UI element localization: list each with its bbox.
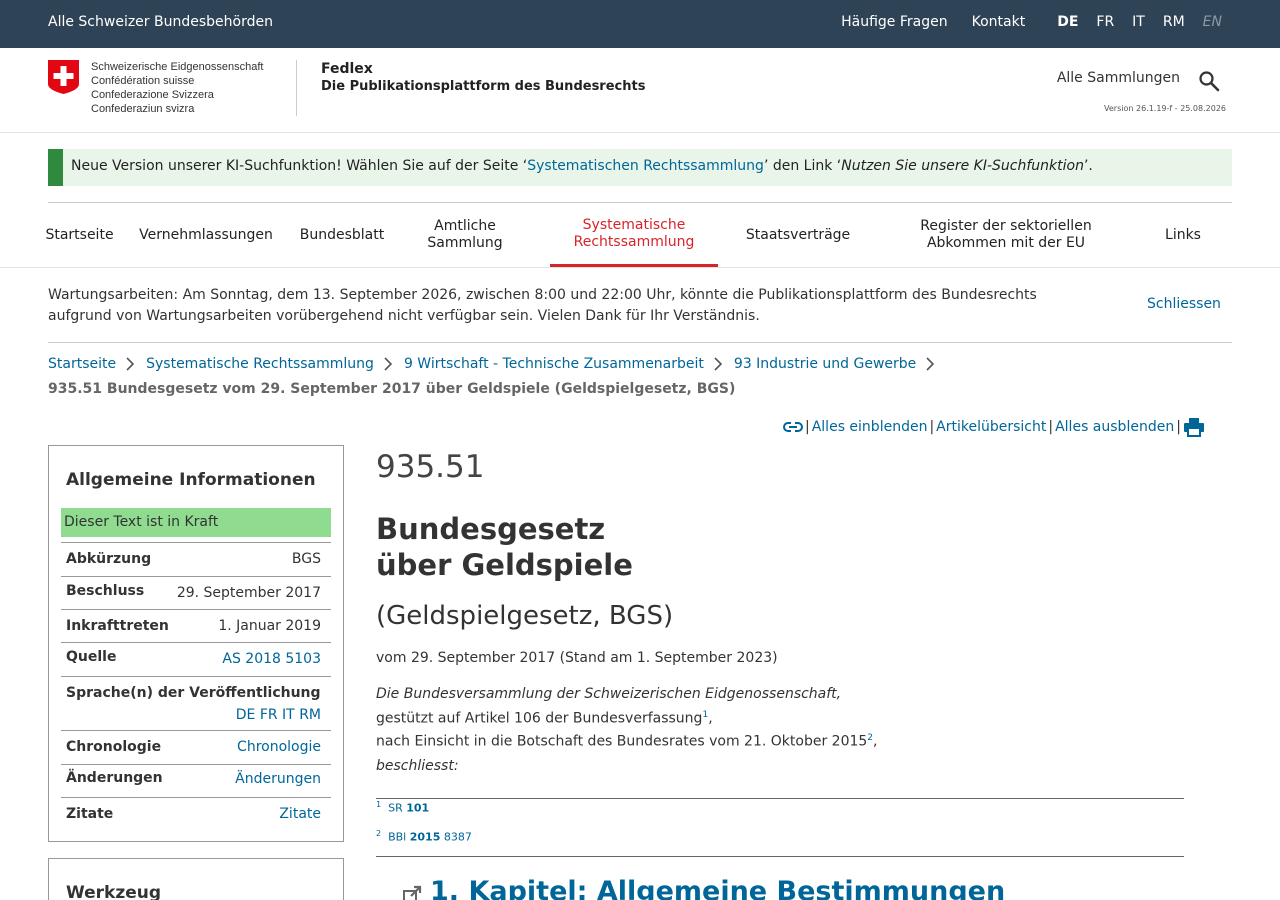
info-row-entry-into-force: Inkrafttreten 1. Januar 2019 [61,609,331,642]
chronology-link[interactable]: Chronologie [237,739,321,755]
general-info-panel: Allgemeine Informationen Dieser Text ist… [48,445,344,842]
document-date: vom 29. September 2017 (Stand am 1. Sept… [376,650,778,666]
hide-all-link[interactable]: Alles ausblenden [1055,419,1174,435]
footnote-bottom-divider [376,856,1184,857]
preamble: Die Bundesversammlung der Schweizerische… [376,686,878,775]
info-row-abbreviation: Abkürzung BGS [61,542,331,576]
info-row-citations: Zitate Zitate [61,797,331,831]
chevron-right-icon [126,357,135,371]
site-header: Schweizerische Eidgenossenschaft Confédé… [0,48,1280,133]
nav-staatsvertraege[interactable]: Staatsverträge [746,203,850,267]
external-link-icon[interactable] [402,885,422,900]
article-overview-link[interactable]: Artikelübersicht [936,419,1046,435]
swiss-flag-icon[interactable] [48,60,79,94]
ki-search-banner: Neue Version unserer KI-Suchfunktion! Wä… [48,149,1232,186]
nav-startseite[interactable]: Startseite [45,203,113,267]
nav-bottom-divider [0,267,1280,268]
breadcrumb-current: 935.51 Bundesgesetz vom 29. September 20… [48,381,736,397]
faq-link[interactable]: Häufige Fragen [841,14,948,30]
changes-link[interactable]: Änderungen [235,771,321,787]
version-label: Version 26.1.19-f - 25.08.2026 [1104,104,1226,113]
banner-sr-link[interactable]: Systematischen Rechtssammlung [527,158,764,174]
chevron-right-icon [714,357,722,371]
lang-rm[interactable]: RM [1163,14,1185,30]
all-collections-link[interactable]: Alle Sammlungen [1057,70,1180,86]
nav-links[interactable]: Links [1162,203,1204,267]
footnote-ref[interactable]: 1 [702,710,708,720]
breadcrumb: Startseite Systematische Rechtssammlung … [48,356,946,372]
source-link[interactable]: AS 2018 5103 [222,651,321,667]
main-navigation: Startseite Vernehmlassungen Bundesblatt … [45,203,1232,267]
info-row-changes: Änderungen Änderungen [61,764,331,797]
all-authorities-link[interactable]: Alle Schweizer Bundesbehörden [48,14,273,30]
tools-panel-title: Werkzeug [66,883,162,900]
nav-systematische-rechtssammlung[interactable]: Systematische Rechtssammlung [550,203,718,267]
footnote-divider [376,798,1184,799]
document-title: Bundesgesetz über Geldspiele [376,512,633,582]
search-icon[interactable] [1198,70,1220,92]
document-toolbar: | Alles einblenden | Artikelübersicht | … [783,417,1205,437]
lang-de[interactable]: DE [1057,14,1078,30]
maintenance-divider [48,342,1232,343]
maintenance-notice: Wartungsarbeiten: Am Sonntag, dem 13. Se… [48,287,1037,324]
breadcrumb-item[interactable]: Startseite [48,356,116,372]
footnote-2[interactable]: 2 BBl 2015 8387 [376,829,472,844]
header-divider [296,60,297,116]
citations-link[interactable]: Zitate [279,806,321,822]
nav-vernehmlassungen[interactable]: Vernehmlassungen [139,203,273,267]
show-all-link[interactable]: Alles einblenden [812,419,928,435]
nav-bundesblatt[interactable]: Bundesblatt [300,203,384,267]
chapter-heading[interactable]: 1. Kapitel: Allgemeine Bestimmungen [376,876,1005,900]
lang-it[interactable]: IT [1132,14,1145,30]
link-icon[interactable] [783,417,803,437]
lang-en: EN [1202,14,1222,30]
lang-fr[interactable]: FR [1096,14,1114,30]
chevron-right-icon [926,357,935,371]
print-icon[interactable] [1183,417,1205,437]
close-notice-link[interactable]: Schliessen [1147,296,1221,312]
top-bar-right: Häufige Fragen Kontakt DE FR IT RM EN [841,14,1222,30]
info-row-decision: Beschluss 29. September 2017 [61,576,331,609]
sr-number: 935.51 [376,449,485,485]
status-badge: Dieser Text ist in Kraft [61,508,331,537]
panel-title: Allgemeine Informationen [66,470,316,490]
info-row-source: Quelle AS 2018 5103 [61,642,331,676]
tools-panel: Werkzeug [48,858,344,900]
site-title[interactable]: Fedlex Die Publikationsplattform des Bun… [321,60,645,96]
language-links[interactable]: DE FR IT RM [236,707,321,723]
document-short-title: (Geldspielgesetz, BGS) [376,601,674,631]
breadcrumb-item[interactable]: 9 Wirtschaft - Technische Zusammenarbeit [404,356,704,372]
info-row-languages: Sprache(n) der Veröffentlichung DE FR IT… [61,676,331,730]
footnote-ref[interactable]: 2 [867,733,873,743]
nav-register-eu[interactable]: Register der sektoriellen Abkommen mit d… [880,203,1132,267]
chevron-right-icon [384,357,392,371]
breadcrumb-item[interactable]: Systematische Rechtssammlung [146,356,374,372]
confederation-names: Schweizerische Eidgenossenschaft Confédé… [91,61,264,115]
top-bar: Alle Schweizer Bundesbehörden Häufige Fr… [0,0,1280,48]
footnote-1[interactable]: 1 SR 101 [376,800,429,815]
breadcrumb-item[interactable]: 93 Industrie und Gewerbe [734,356,916,372]
nav-amtliche-sammlung[interactable]: Amtliche Sammlung [410,203,520,267]
language-switcher: DE FR IT RM EN [1057,14,1222,30]
contact-link[interactable]: Kontakt [972,14,1026,30]
info-row-chronology: Chronologie Chronologie [61,730,331,764]
